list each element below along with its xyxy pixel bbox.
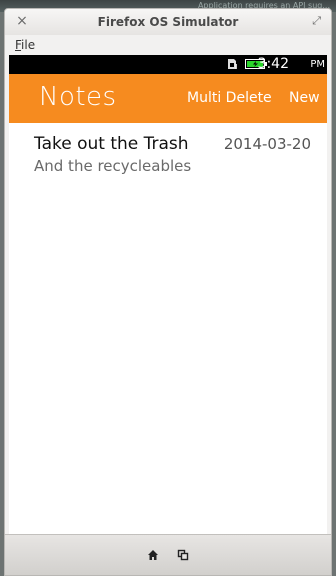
new-note-button[interactable]: New [289,90,320,106]
note-body: And the recycleables [34,157,192,175]
status-clock: 3:42 [257,56,289,72]
maximize-icon[interactable]: ⤢ [312,14,321,28]
note-list-item[interactable]: Take out the Trash 2014-03-20 And the re… [9,123,327,179]
app-title: Notes [39,82,117,112]
menu-bar: File [5,35,331,55]
sim-icon [228,59,237,69]
simulator-bottom-bar [5,534,331,575]
simulator-window: × Firefox OS Simulator ⤢ File 3:42 PM No… [4,8,332,576]
app-header: Notes Multi Delete New [9,74,327,123]
menu-file-rest: ile [21,38,36,52]
rotate-icon[interactable] [177,549,189,561]
home-icon[interactable] [147,549,159,561]
device-screen: 3:42 PM Notes Multi Delete New Take out … [9,55,327,545]
multi-delete-button[interactable]: Multi Delete [187,90,272,106]
status-ampm: PM [310,59,325,70]
window-title-bar[interactable]: × Firefox OS Simulator ⤢ [5,9,331,35]
window-title: Firefox OS Simulator [97,15,239,29]
note-date: 2014-03-20 [223,135,311,153]
status-bar: 3:42 PM [9,55,327,74]
menu-file[interactable]: File [15,38,35,52]
note-title: Take out the Trash [34,134,189,154]
